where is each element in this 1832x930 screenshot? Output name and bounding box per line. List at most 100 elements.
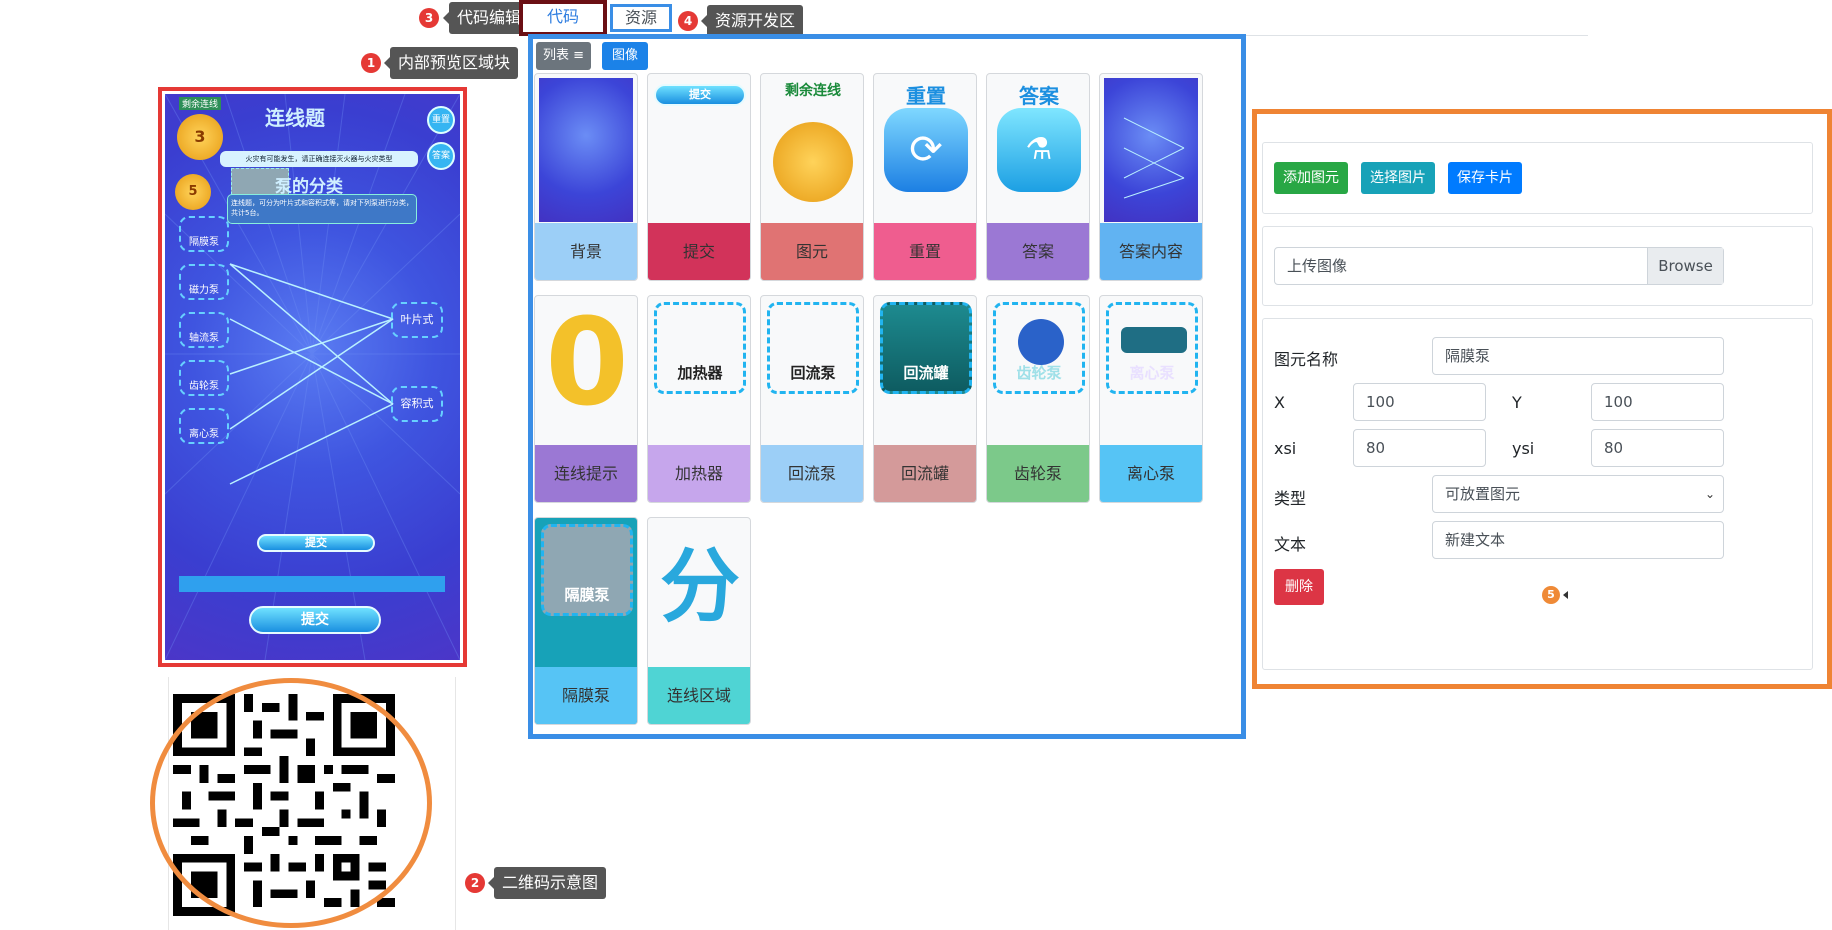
choose-image-button[interactable]: 选择图片 bbox=[1361, 162, 1435, 194]
browse-button[interactable]: Browse bbox=[1647, 248, 1723, 284]
preview-left-item-5[interactable]: 离心泵 bbox=[179, 408, 229, 444]
remaining-counter-medal: 3 bbox=[177, 114, 223, 160]
y-label: Y bbox=[1512, 393, 1522, 412]
y-value: 100 bbox=[1604, 393, 1633, 411]
save-card-button[interactable]: 保存卡片 bbox=[1448, 162, 1522, 194]
x-label: X bbox=[1274, 393, 1285, 412]
heater-thumbnail: 加热器 bbox=[652, 300, 746, 444]
editor-toolbar: 添加图元 选择图片 保存卡片 bbox=[1262, 142, 1813, 214]
resource-card-reflux-tank[interactable]: 回流罐 回流罐 bbox=[873, 295, 977, 503]
heater-thumbnail-text: 加热器 bbox=[677, 364, 723, 382]
preview-left-item-4-label: 齿轮泵 bbox=[189, 381, 219, 392]
preview-submit-big[interactable]: 提交 bbox=[249, 606, 381, 634]
answer-thumbnail-text: 答案 bbox=[1019, 84, 1059, 108]
reflux-pump-thumbnail: 回流泵 bbox=[765, 300, 859, 444]
resource-card-label: 连线区域 bbox=[648, 667, 750, 724]
preview-answer-label: 答案 bbox=[431, 151, 450, 161]
resource-card-label: 答案内容 bbox=[1100, 223, 1202, 280]
preview-connect-area bbox=[179, 576, 445, 592]
resource-card-diaphragm[interactable]: 隔膜泵 隔膜泵 bbox=[534, 517, 638, 725]
upload-section: 上传图像 Browse bbox=[1262, 226, 1813, 306]
resource-card-heater[interactable]: 加热器 加热器 bbox=[647, 295, 751, 503]
preview-tip-banner: 火灾有可能发生，请正确连接灭火器与火灾类型 bbox=[220, 151, 418, 167]
xsi-label: xsi bbox=[1274, 439, 1297, 458]
xsi-input[interactable]: 80 bbox=[1353, 429, 1486, 467]
callout-4-tooltip: 资源开发区 bbox=[700, 5, 804, 37]
resource-card-label: 答案 bbox=[987, 223, 1089, 280]
answer-content-thumbnail bbox=[1104, 78, 1198, 222]
preview-submit-small[interactable]: 提交 bbox=[257, 534, 375, 552]
image-view-button[interactable]: 图像 bbox=[602, 42, 648, 70]
resource-card-element[interactable]: 剩余连线 图元 bbox=[760, 73, 864, 281]
delete-button[interactable]: 删除 bbox=[1274, 569, 1324, 605]
text-label: 文本 bbox=[1274, 535, 1307, 554]
resource-card-connect-area[interactable]: 分 连线区域 bbox=[647, 517, 751, 725]
upload-image-placeholder: 上传图像 bbox=[1287, 257, 1348, 275]
preview-right-item-1[interactable]: 叶片式 bbox=[391, 302, 443, 338]
element-name-input[interactable]: 隔膜泵 bbox=[1432, 337, 1724, 375]
resource-card-answer[interactable]: 答案 ⚗ 答案 bbox=[986, 73, 1090, 281]
x-input[interactable]: 100 bbox=[1353, 383, 1486, 421]
preview-canvas: 3 剩余连线 连线题 重置 答案 火灾有可能发生，请正确连接灭火器与火灾类型 5… bbox=[165, 94, 460, 660]
callout-2-badge: 2 bbox=[465, 873, 485, 893]
add-element-button[interactable]: 添加图元 bbox=[1274, 162, 1348, 194]
resource-card-label: 连线提示 bbox=[535, 445, 637, 502]
submit-thumbnail: 提交 bbox=[652, 78, 746, 222]
element-text-input[interactable]: 新建文本 bbox=[1432, 521, 1724, 559]
name-label: 图元名称 bbox=[1274, 350, 1339, 369]
tab-resource[interactable]: 资源 bbox=[610, 4, 672, 32]
x-value: 100 bbox=[1366, 393, 1395, 411]
reflux-pump-thumbnail-text: 回流泵 bbox=[790, 364, 836, 382]
reflux-tank-thumbnail: 回流罐 bbox=[878, 300, 972, 444]
resource-card-label: 回流泵 bbox=[761, 445, 863, 502]
preview-submit-big-label: 提交 bbox=[301, 612, 329, 628]
preview-left-item-3[interactable]: 轴流泵 bbox=[179, 312, 229, 348]
upload-image-input[interactable]: 上传图像 Browse bbox=[1274, 247, 1724, 285]
zero-thumbnail-text: 0 bbox=[545, 295, 629, 433]
list-view-button[interactable]: 列表 ≡ bbox=[536, 42, 591, 70]
tab-code-label: 代码 bbox=[546, 7, 579, 26]
flask-icon: ⚗ bbox=[997, 108, 1081, 192]
resource-card-line-hint[interactable]: 0 连线提示 bbox=[534, 295, 638, 503]
reset-thumbnail-text: 重置 bbox=[906, 84, 946, 108]
list-view-label: 列表 bbox=[542, 48, 569, 63]
preview-reset-button[interactable]: 重置 bbox=[427, 106, 455, 134]
resource-card-reset[interactable]: 重置 ⟳ 重置 bbox=[873, 73, 977, 281]
gear-icon bbox=[1018, 319, 1064, 365]
diaphragm-thumbnail-text: 隔膜泵 bbox=[564, 586, 610, 604]
y-input[interactable]: 100 bbox=[1591, 383, 1724, 421]
image-view-label: 图像 bbox=[611, 48, 638, 63]
submit-thumbnail-text: 提交 bbox=[654, 84, 746, 106]
zero-thumbnail: 0 bbox=[539, 296, 633, 444]
ysi-value: 80 bbox=[1604, 439, 1624, 457]
preview-right-item-2-label: 容积式 bbox=[400, 397, 434, 410]
ysi-label: ysi bbox=[1512, 439, 1535, 458]
callout-1-tooltip: 内部预览区域块 bbox=[383, 47, 519, 79]
reset-thumbnail: 重置 ⟳ bbox=[878, 78, 972, 222]
background-thumbnail bbox=[539, 78, 633, 222]
tab-code[interactable]: 代码 bbox=[519, 0, 607, 36]
resource-card-submit[interactable]: 提交 提交 bbox=[647, 73, 751, 281]
preview-left-item-4[interactable]: 齿轮泵 bbox=[179, 360, 229, 396]
callout-5-pointer bbox=[1563, 591, 1568, 599]
ysi-input[interactable]: 80 bbox=[1591, 429, 1724, 467]
type-select[interactable]: 可放置图元 ⌄ bbox=[1432, 475, 1724, 513]
preview-title: 连线题 bbox=[265, 106, 325, 130]
inner-preview-frame: 3 剩余连线 连线题 重置 答案 火灾有可能发生，请正确连接灭火器与火灾类型 5… bbox=[158, 87, 467, 667]
chevron-down-icon: ⌄ bbox=[1704, 487, 1715, 501]
element-text-value: 新建文本 bbox=[1445, 531, 1506, 549]
preview-left-item-2[interactable]: 磁力泵 bbox=[179, 264, 229, 300]
resource-card-background[interactable]: 背景 bbox=[534, 73, 638, 281]
xsi-value: 80 bbox=[1366, 439, 1386, 457]
list-icon: ≡ bbox=[573, 48, 585, 63]
resource-card-label: 背景 bbox=[535, 223, 637, 280]
preview-right-item-2[interactable]: 容积式 bbox=[391, 386, 443, 422]
resource-card-centrifugal[interactable]: 离心泵 离心泵 bbox=[1099, 295, 1203, 503]
preview-answer-button[interactable]: 答案 bbox=[427, 142, 455, 170]
resource-card-answer-content[interactable]: 答案内容 bbox=[1099, 73, 1203, 281]
pump-icon bbox=[1121, 327, 1187, 353]
preview-left-item-1[interactable]: 隔膜泵 bbox=[179, 216, 229, 252]
resource-card-gear-pump[interactable]: 齿轮泵 齿轮泵 bbox=[986, 295, 1090, 503]
preview-medal-2: 5 bbox=[175, 174, 211, 210]
resource-card-reflux-pump[interactable]: 回流泵 回流泵 bbox=[760, 295, 864, 503]
